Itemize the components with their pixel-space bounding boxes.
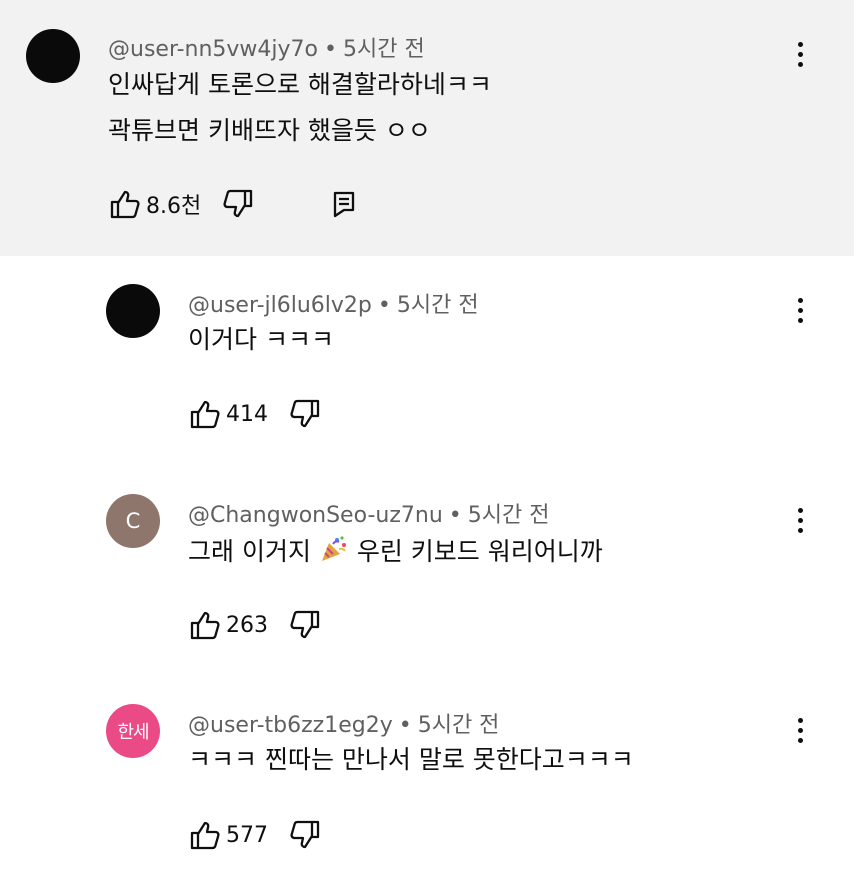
reply-icon [334,191,355,218]
comment-text-part: 그래 이거지 [188,537,311,566]
like-count: 8.6천 [146,194,202,219]
thumbs-down-icon [290,610,320,639]
avatar[interactable] [26,29,80,83]
dislike-button[interactable] [288,397,322,431]
timestamp[interactable]: 5시간 전 [397,293,479,318]
comment-actions: 8.6천 [108,187,361,221]
separator-dot: • [324,37,337,62]
comment-text: 그래 이거지 우린 키보드 워리어니까 [188,535,603,567]
avatar[interactable]: C [106,494,160,548]
comment-meta: @ChangwonSeo-uz7nu • 5시간 전 [188,497,549,529]
reply-button[interactable] [327,187,361,221]
like-count: 263 [226,612,268,638]
like-count: 414 [226,401,268,427]
more-options-button[interactable] [790,290,810,330]
author-handle[interactable]: @user-nn5vw4jy7o [108,37,318,62]
separator-dot: • [377,293,391,318]
comment-meta: @user-jl6lu6lv2p • 5시간 전 [188,287,479,319]
separator-dot: • [448,503,462,528]
comment-text: 이거다 ㅋㅋㅋ [188,325,334,354]
author-handle[interactable]: @ChangwonSeo-uz7nu [188,503,443,528]
comment-thread-top: @user-nn5vw4jy7o • 5시간 전 인싸답게 토론으로 해결할라하네ㅋ… [0,0,854,256]
thumbs-down-icon [223,189,253,218]
timestamp[interactable]: 5시간 전 [343,37,425,62]
comment-text: ㅋㅋㅋ 찐따는 만나서 말로 못한다고ㅋㅋㅋ [188,745,634,774]
comment-meta: @user-nn5vw4jy7o • 5시간 전 [108,31,425,63]
like-button[interactable] [108,187,142,221]
avatar-letter: 한세 [117,722,149,743]
comment-text-line: 곽튜브면 키배뜨자 했을듯 ㅇㅇ [108,116,431,145]
timestamp[interactable]: 5시간 전 [468,503,550,528]
comment-actions: 263 [188,608,322,642]
thumbs-up-icon [190,400,220,429]
more-options-button[interactable] [790,34,810,74]
more-options-button[interactable] [790,710,810,750]
thumbs-up-icon [190,611,220,640]
dislike-button[interactable] [288,818,322,852]
dislike-button[interactable] [221,187,255,221]
like-button[interactable] [188,818,222,852]
separator-dot: • [398,713,412,738]
reply-comment: C @ChangwonSeo-uz7nu • 5시간 전 그래 이거지 우린 키보드… [0,468,854,680]
timestamp[interactable]: 5시간 전 [418,713,500,738]
comment-actions: 414 [188,397,322,431]
like-button[interactable] [188,397,222,431]
avatar[interactable] [106,284,160,338]
more-options-button[interactable] [790,500,810,540]
thumbs-up-icon [110,190,140,219]
like-button[interactable] [188,608,222,642]
avatar[interactable]: 한세 [106,704,160,758]
thumbs-down-icon [290,820,320,849]
author-handle[interactable]: @user-tb6zz1eg2y [188,713,393,738]
reply-comment: 한세 @user-tb6zz1eg2y • 5시간 전 ㅋㅋㅋ 찐따는 만나서 말로… [0,680,854,885]
comment-text-part: 우린 키보드 워리어니까 [356,537,603,566]
thumbs-down-icon [290,399,320,428]
dislike-button[interactable] [288,608,322,642]
avatar-letter: C [125,509,141,533]
author-handle[interactable]: @user-jl6lu6lv2p [188,293,372,318]
comment-meta: @user-tb6zz1eg2y • 5시간 전 [188,707,499,739]
comment-actions: 577 [188,818,322,852]
thumbs-up-icon [190,821,220,850]
reply-comment: @user-jl6lu6lv2p • 5시간 전 이거다 ㅋㅋㅋ 414 [0,256,854,468]
like-count: 577 [226,822,268,848]
party-popper-icon [321,536,346,561]
comment-text-line: 인싸답게 토론으로 해결할라하네ㅋㅋ [108,70,492,99]
